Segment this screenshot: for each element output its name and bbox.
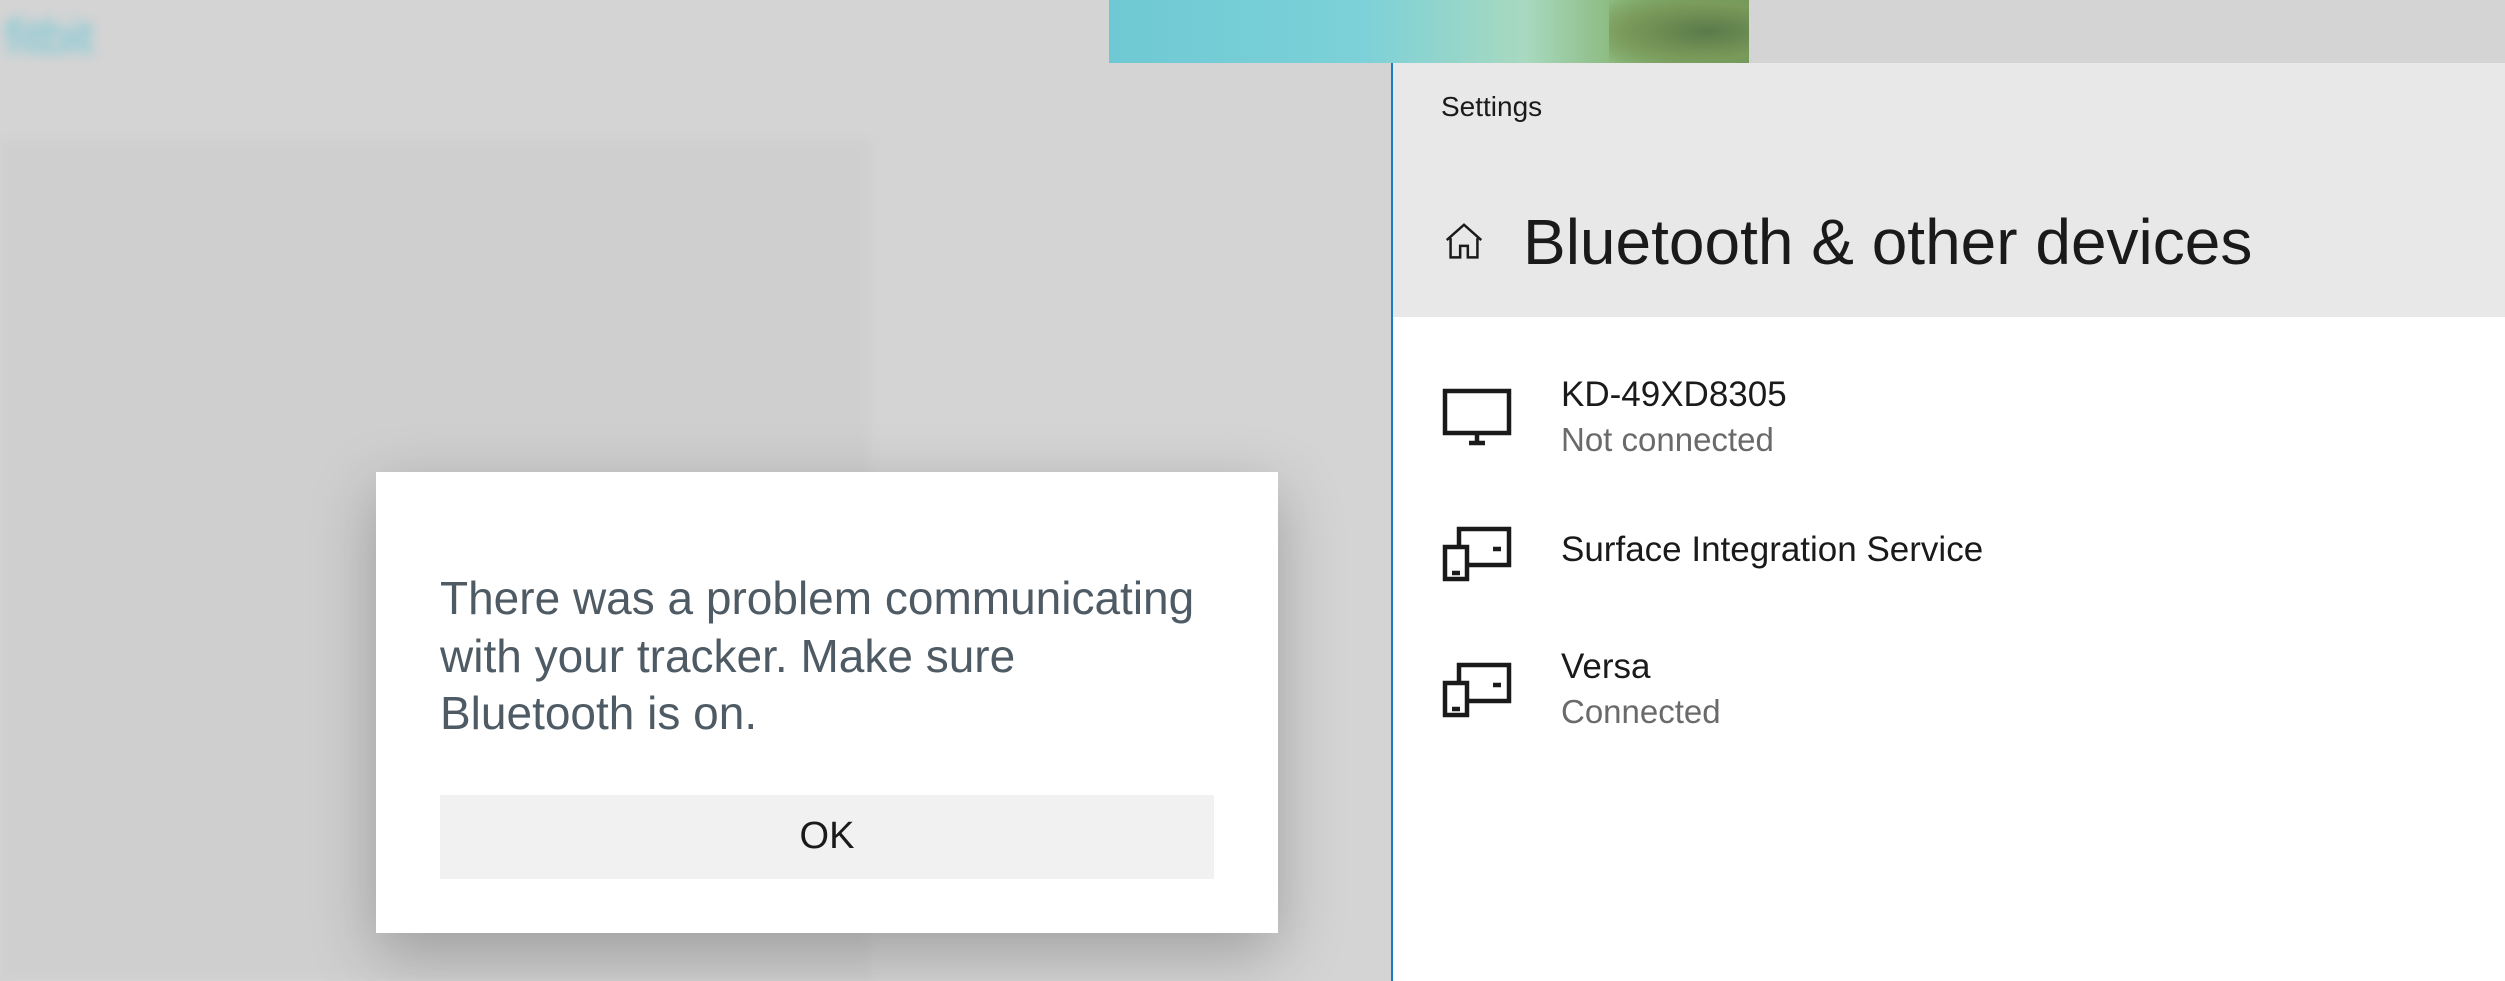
blurred-app-logo: fitbit xyxy=(5,10,93,65)
device-name-label: KD-49XD8305 xyxy=(1561,375,1787,415)
settings-window: Settings Bluetooth & other devices KD xyxy=(1391,63,2505,981)
settings-title-row: Bluetooth & other devices xyxy=(1441,205,2505,279)
device-list: KD-49XD8305 Not connected Surface Integr… xyxy=(1393,317,2505,789)
error-dialog: There was a problem communicating with y… xyxy=(376,472,1278,933)
dialog-message-text: There was a problem communicating with y… xyxy=(440,570,1214,743)
ok-button[interactable]: OK xyxy=(440,795,1214,879)
device-item-versa[interactable]: Versa Connected xyxy=(1441,647,2457,731)
device-name-label: Versa xyxy=(1561,647,1721,687)
home-icon[interactable] xyxy=(1441,219,1487,265)
device-status-label: Connected xyxy=(1561,693,1721,731)
multi-device-icon xyxy=(1441,659,1513,719)
device-item-kd49xd8305[interactable]: KD-49XD8305 Not connected xyxy=(1441,375,2457,459)
settings-header: Settings Bluetooth & other devices xyxy=(1393,63,2505,317)
device-text: Surface Integration Service xyxy=(1561,530,1983,576)
device-item-surface-integration[interactable]: Surface Integration Service xyxy=(1441,523,2457,583)
page-title: Bluetooth & other devices xyxy=(1523,205,2252,279)
device-status-label: Not connected xyxy=(1561,421,1787,459)
device-name-label: Surface Integration Service xyxy=(1561,530,1983,570)
taskbar-thumbnail xyxy=(1109,0,1749,63)
device-text: KD-49XD8305 Not connected xyxy=(1561,375,1787,459)
multi-device-icon xyxy=(1441,523,1513,583)
monitor-icon xyxy=(1441,387,1513,447)
settings-window-title: Settings xyxy=(1441,91,2505,123)
device-text: Versa Connected xyxy=(1561,647,1721,731)
